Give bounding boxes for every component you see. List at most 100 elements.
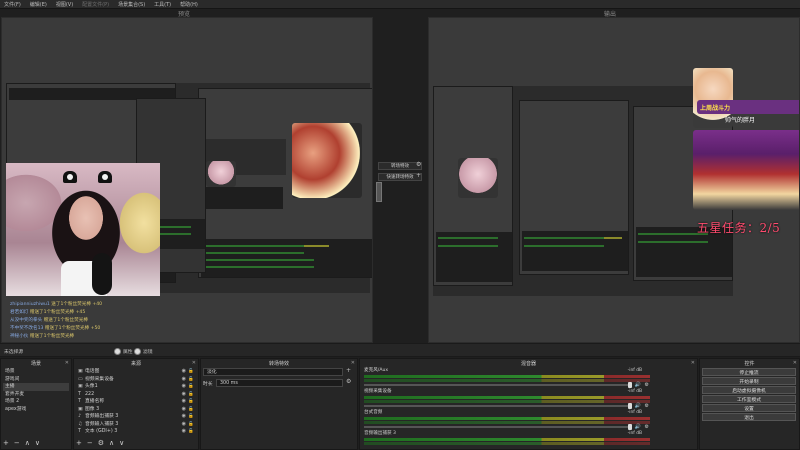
chat-line: 不中奖不改名13 赠送了1个粉丝荧光棒 +50 bbox=[10, 326, 101, 331]
transition-select[interactable]: 淡化 bbox=[203, 368, 343, 376]
menu-view[interactable]: 视图(V) bbox=[56, 1, 73, 8]
close-icon[interactable]: ✕ bbox=[192, 360, 196, 366]
scenes-dock: 场景 ✕ 场景 游戏间 主播 套弄开麦 场景 2 apex游戏 + − ∧ ∨ bbox=[0, 358, 72, 450]
scene-item[interactable]: 场景 2 bbox=[3, 398, 69, 406]
scene-item-selected[interactable]: 主播 bbox=[3, 383, 69, 391]
speaker-icon[interactable]: 🔊 bbox=[635, 403, 641, 409]
eye-icon[interactable]: ◉ bbox=[182, 428, 186, 436]
eye-icon[interactable]: ◉ bbox=[182, 376, 186, 384]
volume-meter bbox=[364, 421, 650, 424]
add-icon[interactable]: + bbox=[3, 439, 9, 447]
eye-icon[interactable]: ◉ bbox=[182, 391, 186, 399]
move-down-icon[interactable]: ∨ bbox=[119, 439, 124, 447]
context-toolbar: 未选择源 属性 滤镜 bbox=[0, 343, 800, 357]
start-virtual-camera-button[interactable]: 启动虚拟摄像机 bbox=[702, 386, 796, 394]
gear-icon[interactable]: ⚙ bbox=[98, 439, 104, 447]
scenes-footer: + − ∧ ∨ bbox=[3, 439, 40, 447]
scene-item[interactable]: 场景 bbox=[3, 368, 69, 376]
source-item[interactable]: ▣ 电话图 ◉ 🔓 bbox=[76, 368, 196, 376]
gear-icon[interactable]: ⚙ bbox=[645, 382, 649, 388]
lock-icon[interactable]: 🔓 bbox=[188, 368, 194, 376]
gear-icon[interactable]: ⚙ bbox=[645, 424, 649, 430]
properties-button[interactable]: 属性 bbox=[114, 347, 133, 355]
fader-handle[interactable] bbox=[628, 403, 632, 409]
lock-icon[interactable]: 🔓 bbox=[188, 428, 194, 436]
menu-help[interactable]: 帮助(H) bbox=[180, 1, 198, 8]
menu-scene-collection[interactable]: 场景集合(S) bbox=[118, 1, 145, 8]
overlay-tag: 帅气的胖月 bbox=[725, 117, 756, 124]
preview-pane[interactable]: zhipianniuzhiwu1 送了1个粉丝荧光棒 +40 君若如灯 赠送了1… bbox=[1, 17, 373, 343]
text-icon: T bbox=[78, 429, 81, 434]
duration-input[interactable]: 300 ms bbox=[216, 379, 343, 387]
exit-button[interactable]: 退出 bbox=[702, 413, 796, 421]
remove-icon[interactable]: − bbox=[14, 439, 20, 447]
volume-meter bbox=[364, 379, 650, 382]
eye-icon[interactable]: ◉ bbox=[182, 406, 186, 414]
add-icon[interactable]: + bbox=[346, 367, 351, 374]
overlay-banner: 上周战斗力 bbox=[697, 100, 799, 114]
lock-icon[interactable]: 🔓 bbox=[188, 376, 194, 384]
mixer-title: 混音器 bbox=[520, 361, 536, 367]
settings-button[interactable]: 设置 bbox=[702, 404, 796, 412]
scene-item[interactable]: 套弄开麦 bbox=[3, 391, 69, 399]
move-down-icon[interactable]: ∨ bbox=[35, 439, 40, 447]
scene-item[interactable]: 游戏间 bbox=[3, 376, 69, 384]
source-item[interactable]: T 222 ◉ 🔓 bbox=[76, 391, 196, 399]
menu-edit[interactable]: 编辑(E) bbox=[30, 1, 47, 8]
start-recording-button[interactable]: 开始录制 bbox=[702, 377, 796, 385]
source-item[interactable]: T 直播名称 ◉ 🔓 bbox=[76, 398, 196, 406]
lock-icon[interactable]: 🔓 bbox=[188, 413, 194, 421]
source-item[interactable]: ▣ 图像 3 ◉ 🔓 bbox=[76, 406, 196, 414]
fader-handle[interactable] bbox=[628, 424, 632, 430]
menu-file[interactable]: 文件(F) bbox=[4, 1, 21, 8]
lock-icon[interactable]: 🔓 bbox=[188, 406, 194, 414]
volume-meter bbox=[364, 400, 650, 403]
speaker-icon[interactable]: 🔊 bbox=[635, 424, 641, 430]
sources-footer: + − ⚙ ∧ ∨ bbox=[76, 439, 124, 447]
volume-fader[interactable]: 🔊 ⚙ bbox=[364, 403, 650, 409]
source-item[interactable]: ▭ 视频采集设备 ◉ 🔓 bbox=[76, 376, 196, 384]
t-bar-slider[interactable] bbox=[376, 182, 382, 202]
add-icon[interactable]: + bbox=[76, 439, 82, 447]
menu-profile[interactable]: 配置文件(P) bbox=[82, 1, 109, 8]
remove-icon[interactable]: − bbox=[87, 439, 93, 447]
eye-icon[interactable]: ◉ bbox=[182, 368, 186, 376]
eye-icon[interactable]: ◉ bbox=[182, 421, 186, 429]
gear-icon[interactable]: ⚙ bbox=[645, 403, 649, 409]
eye-icon[interactable]: ◉ bbox=[182, 383, 186, 391]
eye-icon[interactable]: ◉ bbox=[182, 413, 186, 421]
studio-mode-button[interactable]: 工作室模式 bbox=[702, 395, 796, 403]
move-up-icon[interactable]: ∧ bbox=[25, 439, 30, 447]
add-transition-icon[interactable]: + bbox=[416, 172, 421, 179]
transition-settings-icon[interactable]: ⚙ bbox=[416, 161, 421, 168]
source-item[interactable]: ♫ 音频输入捕获 3 ◉ 🔓 bbox=[76, 421, 196, 429]
sources-title: 来源 bbox=[130, 361, 141, 367]
gear-icon[interactable]: ⚙ bbox=[346, 378, 351, 385]
filters-button[interactable]: 滤镜 bbox=[134, 347, 153, 355]
source-item[interactable]: ▣ 头像1 ◉ 🔓 bbox=[76, 383, 196, 391]
stop-streaming-button[interactable]: 停止推流 bbox=[702, 368, 796, 376]
lock-icon[interactable]: 🔓 bbox=[188, 391, 194, 399]
mixer-channel: 麦克风/Aux -inf dB 🔊 ⚙ bbox=[364, 368, 650, 388]
source-item[interactable]: ♪ 音频输出捕获 3 ◉ 🔓 bbox=[76, 413, 196, 421]
scene-item[interactable]: apex游戏 bbox=[3, 406, 69, 414]
lock-icon[interactable]: 🔓 bbox=[188, 383, 194, 391]
fader-handle[interactable] bbox=[628, 382, 632, 388]
source-item[interactable]: T 文本 (GDI+) 3 ◉ 🔓 bbox=[76, 428, 196, 436]
lock-icon[interactable]: 🔓 bbox=[188, 421, 194, 429]
controls-title: 控件 bbox=[744, 361, 755, 367]
speaker-icon[interactable]: 🔊 bbox=[635, 382, 641, 388]
close-icon[interactable]: ✕ bbox=[793, 360, 797, 366]
close-icon[interactable]: ✕ bbox=[65, 360, 69, 366]
close-icon[interactable]: ✕ bbox=[351, 360, 355, 366]
no-source-label: 未选择源 bbox=[4, 350, 24, 355]
volume-fader[interactable]: 🔊 ⚙ bbox=[364, 424, 650, 430]
menu-tools[interactable]: 工具(T) bbox=[154, 1, 171, 8]
video-icon: ▭ bbox=[78, 376, 83, 382]
lock-icon[interactable]: 🔓 bbox=[188, 398, 194, 406]
close-icon[interactable]: ✕ bbox=[691, 360, 695, 366]
eye-icon[interactable]: ◉ bbox=[182, 398, 186, 406]
volume-fader[interactable]: 🔊 ⚙ bbox=[364, 382, 650, 388]
chat-line: zhipianniuzhiwu1 送了1个粉丝荧光棒 +40 bbox=[10, 302, 103, 307]
move-up-icon[interactable]: ∧ bbox=[109, 439, 114, 447]
